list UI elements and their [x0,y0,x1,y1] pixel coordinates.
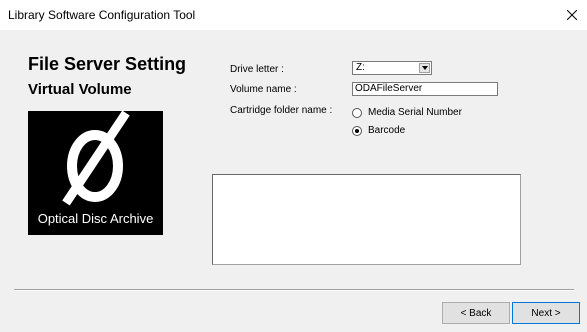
drive-letter-value: Z: [356,62,365,73]
volume-name-input[interactable]: ODAFileServer [352,82,498,96]
close-icon [567,10,577,20]
window-title: Library Software Configuration Tool [8,8,196,22]
drive-letter-label: Drive letter : [230,64,284,75]
next-button[interactable]: Next > [512,302,580,324]
radio-label: Media Serial Number [368,107,462,118]
page-title: File Server Setting [28,54,187,74]
back-button[interactable]: < Back [442,302,510,324]
footer-divider [14,289,574,291]
radio-circle-checked[interactable] [352,125,362,136]
logo-text: Optical Disc Archive [37,211,154,226]
cartridge-folder-label: Cartridge folder name : [230,105,333,116]
dropdown-button[interactable] [419,63,430,73]
chevron-down-icon [421,66,428,70]
radio-media-serial-number[interactable]: Media Serial Number [352,107,462,118]
message-area[interactable] [212,174,521,265]
radio-barcode[interactable]: Barcode [352,125,405,136]
disc-logo-icon [62,111,130,206]
drive-letter-select[interactable]: Z: [352,61,432,75]
title-bar: Library Software Configuration Tool [0,0,587,30]
volume-name-label: Volume name : [230,84,297,95]
oda-logo: Optical Disc Archive [28,111,163,235]
radio-circle[interactable] [352,107,362,118]
close-button[interactable] [557,0,587,30]
radio-label: Barcode [368,125,406,136]
page-subtitle: Virtual Volume [28,81,132,98]
